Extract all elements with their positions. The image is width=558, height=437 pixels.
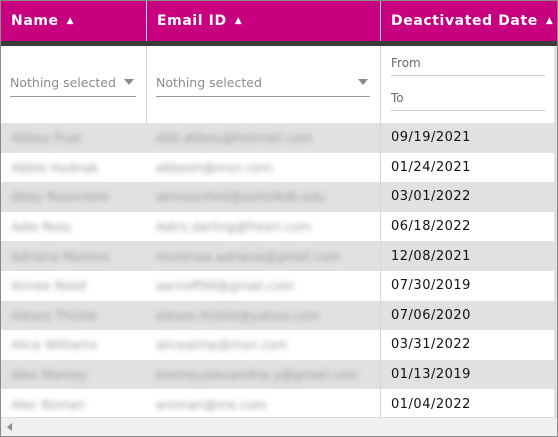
email-cell: aliceatmp@msn.com [146, 330, 380, 360]
email-text: aroman@me.com [156, 396, 267, 412]
name-filter-cell: Nothing selected [1, 46, 146, 123]
date-to-input[interactable] [391, 91, 545, 105]
email-filter-select[interactable]: Nothing selected [156, 68, 370, 97]
name-cell: Alice Williams [1, 330, 146, 360]
email-text: abb.abbey@hotmail.com [156, 130, 313, 146]
name-cell: Abby Rosenfeld [1, 182, 146, 212]
email-cell: abbeeh@msn.com [146, 153, 380, 183]
name-text: Alice Williams [11, 337, 98, 353]
email-text: morenoa.adriana@gmail.com [156, 248, 341, 264]
date-cell: 07/06/2020 [380, 300, 557, 331]
date-cell: 03/01/2022 [380, 182, 557, 212]
table-row[interactable]: Alec Roman aroman@me.com 01/04/2022 [1, 389, 557, 419]
email-text: bremeyalexandria.y@gmail.com [156, 367, 359, 383]
column-header-label: Email ID [157, 13, 227, 29]
date-cell: 06/18/2022 [380, 211, 557, 242]
horizontal-scrollbar[interactable] [1, 417, 557, 436]
name-text: Aimee Reed [11, 278, 86, 294]
data-table: Name ▲ Email ID ▲ Deactivated Date ▲ Not… [0, 0, 558, 437]
email-text: alexes.thistle@yahoo.com [156, 307, 320, 323]
date-cell: 01/13/2019 [380, 359, 557, 390]
email-filter-cell: Nothing selected [146, 46, 380, 123]
email-cell: abrosenfeld@outloRdb.edu [146, 182, 380, 212]
column-header-email[interactable]: Email ID ▲ [146, 1, 380, 41]
name-text: Abby Rosenfeld [11, 189, 109, 205]
table-row[interactable]: Adie Ross Adirs.darling@freeri.com 06/18… [1, 211, 557, 242]
date-cell: 01/24/2021 [380, 152, 557, 183]
name-cell: Alex Mamey [1, 360, 146, 390]
date-cell: 12/08/2021 [380, 241, 557, 271]
name-text: Abbie Hodnak [11, 159, 99, 175]
email-text: Adirs.darling@freeri.com [156, 219, 312, 235]
column-header-label: Deactivated Date [391, 13, 538, 29]
table-row[interactable]: Alex Mamey bremeyalexandria.y@gmail.com … [1, 359, 557, 390]
date-from-field [391, 51, 545, 76]
select-value: Nothing selected [10, 74, 116, 90]
table-header: Name ▲ Email ID ▲ Deactivated Date ▲ [1, 1, 557, 41]
email-text: aliceatmp@msn.com [156, 337, 288, 353]
name-text: Abbey Frye [11, 130, 81, 146]
table-row[interactable]: Abbie Hodnak abbeeh@msn.com 01/24/2021 [1, 152, 557, 183]
table-row[interactable]: Alexes Thistle alexes.thistle@yahoo.com … [1, 300, 557, 331]
email-text: aanreff99@gmail.com [156, 278, 295, 294]
email-text: abbeeh@msn.com [156, 159, 273, 175]
name-cell: Adie Ross [1, 212, 146, 242]
email-cell: bremeyalexandria.y@gmail.com [146, 360, 380, 390]
table-row[interactable]: Alice Williams aliceatmp@msn.com 03/31/2… [1, 330, 557, 360]
date-to-field [391, 86, 545, 111]
date-cell: 03/31/2022 [380, 330, 557, 360]
chevron-down-icon [358, 79, 368, 85]
name-cell: Aimee Reed [1, 271, 146, 301]
name-cell: Abbey Frye [1, 123, 146, 153]
vertical-scrollbar[interactable] [554, 46, 557, 417]
date-filter-cell [380, 46, 557, 123]
email-cell: aanreff99@gmail.com [146, 271, 380, 301]
table-row[interactable]: Aimee Reed aanreff99@gmail.com 07/30/201… [1, 270, 557, 301]
column-header-name[interactable]: Name ▲ [1, 1, 146, 41]
filter-row: Nothing selected Nothing selected [1, 46, 557, 124]
table-body: Abbey Frye abb.abbey@hotmail.com 09/19/2… [1, 123, 557, 419]
column-header-deactivated-date[interactable]: Deactivated Date ▲ [380, 1, 557, 41]
name-cell: Alec Roman [1, 389, 146, 419]
email-cell: alexes.thistle@yahoo.com [146, 301, 380, 331]
table-row[interactable]: Abby Rosenfeld abrosenfeld@outloRdb.edu … [1, 182, 557, 212]
column-header-label: Name [11, 13, 59, 29]
name-text: Alexes Thistle [11, 307, 98, 323]
name-cell: Alexes Thistle [1, 301, 146, 331]
name-cell: Abbie Hodnak [1, 153, 146, 183]
email-cell: Adirs.darling@freeri.com [146, 212, 380, 242]
scrollbar-thumb[interactable] [15, 420, 553, 428]
sort-asc-icon: ▲ [234, 15, 243, 26]
date-cell: 09/19/2021 [380, 123, 557, 153]
select-value: Nothing selected [156, 74, 262, 90]
scroll-left-icon[interactable] [7, 423, 12, 431]
table-row[interactable]: Adriana Moreno morenoa.adriana@gmail.com… [1, 241, 557, 271]
name-text: Alex Mamey [11, 367, 88, 383]
date-from-input[interactable] [391, 56, 545, 70]
name-filter-select[interactable]: Nothing selected [10, 68, 136, 97]
table-row[interactable]: Abbey Frye abb.abbey@hotmail.com 09/19/2… [1, 123, 557, 153]
date-cell: 07/30/2019 [380, 270, 557, 301]
email-cell: abb.abbey@hotmail.com [146, 123, 380, 153]
email-text: abrosenfeld@outloRdb.edu [156, 189, 326, 205]
sort-asc-icon: ▲ [66, 15, 75, 26]
chevron-down-icon [124, 79, 134, 85]
name-text: Adie Ross [11, 219, 72, 235]
name-cell: Adriana Moreno [1, 241, 146, 271]
email-cell: morenoa.adriana@gmail.com [146, 241, 380, 271]
date-cell: 01/04/2022 [380, 389, 557, 419]
name-text: Adriana Moreno [11, 248, 110, 264]
email-cell: aroman@me.com [146, 389, 380, 419]
sort-asc-icon: ▲ [545, 15, 554, 26]
name-text: Alec Roman [11, 396, 86, 412]
